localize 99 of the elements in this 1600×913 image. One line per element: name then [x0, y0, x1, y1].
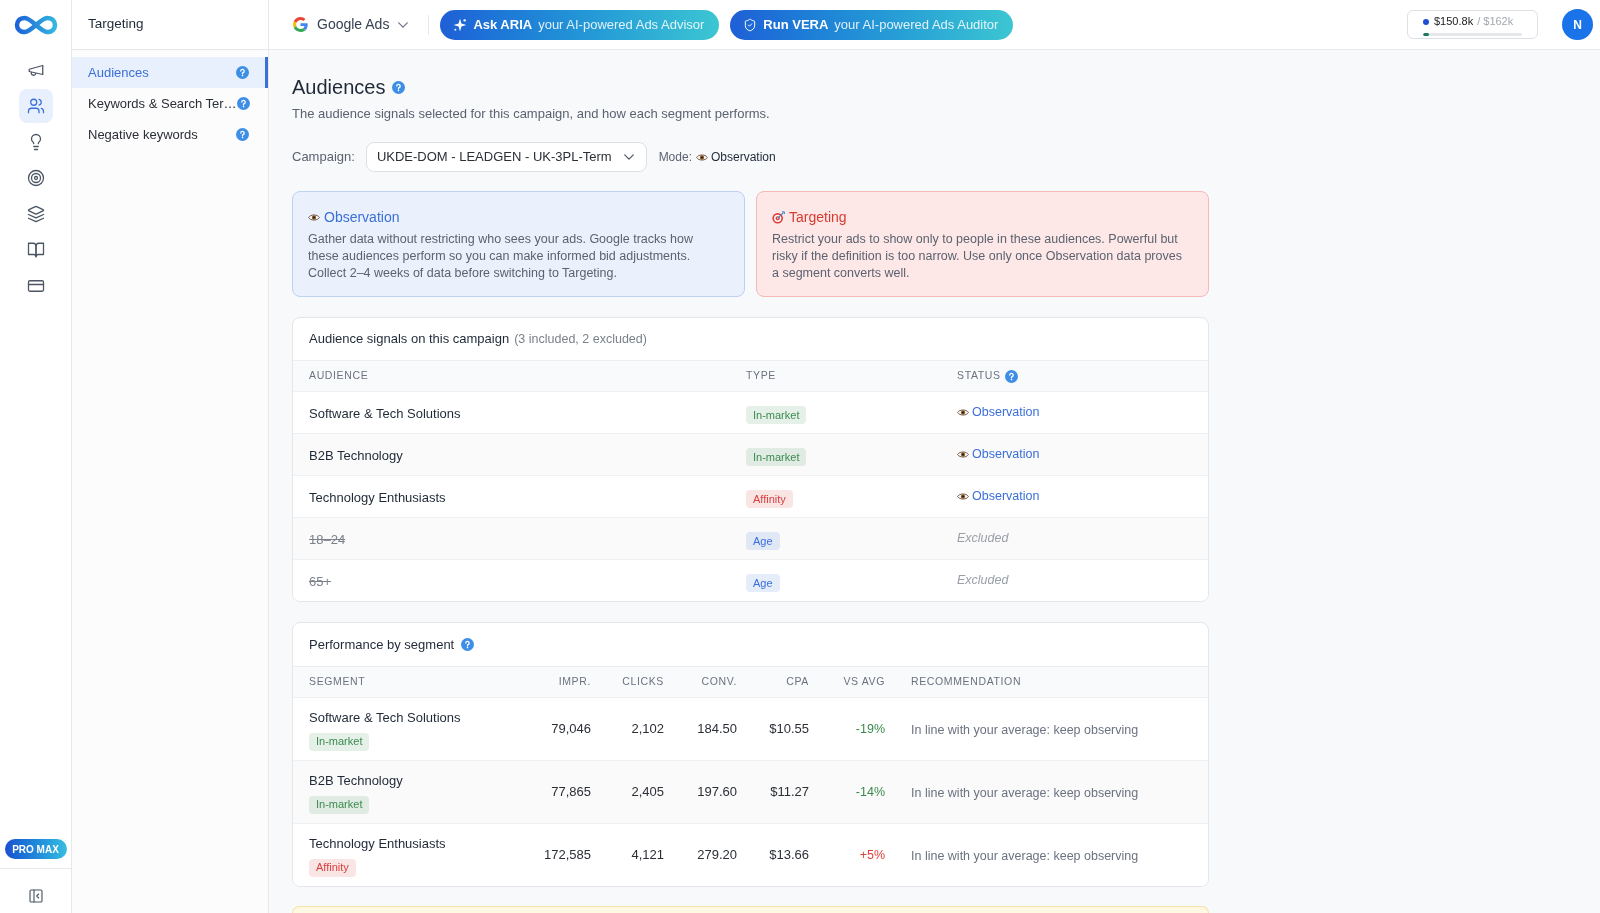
sparkles-icon: [453, 17, 468, 32]
table-cell: Technology Enthusiasts: [309, 834, 446, 853]
table-title: Performance by segment: [309, 635, 455, 654]
nav-item[interactable]: Keywords & Search Ter…: [72, 88, 268, 119]
status-text: Excluded: [957, 572, 1009, 590]
status-dot-icon: [1423, 18, 1429, 25]
column-header: RECOMMENDATION: [911, 674, 1022, 690]
chevron-down-icon: [398, 21, 409, 28]
table-cell: Software & Tech Solutions: [309, 708, 461, 727]
ai-action-button[interactable]: Ask ARIA your AI-powered Ads Advisor: [440, 9, 720, 40]
table-cell: In line with your average: keep observing: [911, 849, 1139, 863]
help-icon[interactable]: [461, 638, 475, 651]
card-text: Gather data without restricting who sees your ads. Google tracks how these audiences perform so you can make informed bid adjustments. Collect 2–4 weeks of data before switching to Targeting.: [308, 231, 694, 282]
table-cell-text: 184.50: [697, 720, 737, 739]
campaign-label: Campaign:: [292, 148, 355, 167]
eye-icon: [308, 212, 320, 222]
ai-action-button[interactable]: Run VERA your AI-powered Ads Auditor: [730, 9, 1014, 40]
table-cell: Software & Tech Solutions: [309, 405, 461, 421]
column-header: VS AVG: [843, 674, 885, 690]
table-cell-text: $13.66: [769, 846, 809, 865]
sidebar-nav-button[interactable]: [18, 89, 53, 123]
open-book-icon: [26, 241, 45, 259]
status-text: Excluded: [957, 530, 1009, 548]
chevron-down-icon: [623, 154, 634, 160]
type-tag: In-market: [309, 732, 370, 751]
table-cell-text: $11.27: [770, 783, 809, 802]
eye-icon: [957, 450, 969, 459]
shield-icon: [743, 17, 758, 32]
page-title: Audiences: [292, 75, 386, 99]
table-cell: B2B Technology: [309, 447, 403, 463]
campaign-select[interactable]: UKDE-DOM - LEADGEN - UK-3PL-Term: [365, 142, 647, 172]
status-text: Observation: [972, 488, 1040, 506]
help-icon[interactable]: [236, 97, 250, 110]
page-subtitle: The audience signals selected for this campaign, and how each segment performs.: [292, 105, 771, 123]
users-icon: [26, 97, 45, 115]
type-tag: In-market: [746, 447, 807, 466]
help-icon[interactable]: [392, 80, 406, 94]
column-header: TYPE: [746, 368, 776, 384]
column-header: IMPR.: [558, 674, 591, 690]
table-cell-text: 279.20: [697, 846, 737, 865]
table-cell-text: 79,046: [551, 720, 591, 739]
help-icon[interactable]: [1004, 369, 1018, 383]
nav-item[interactable]: Audiences: [72, 57, 268, 88]
table-cell-text: 2,102: [631, 720, 664, 739]
plan-badge: PRO MAX: [4, 839, 67, 859]
budget-spent: $150.8k: [1434, 14, 1474, 30]
type-tag: In-market: [309, 795, 370, 814]
type-tag: In-market: [746, 405, 807, 424]
table-cell-text: +5%: [859, 846, 885, 864]
table-cell: Technology Enthusiasts: [309, 489, 446, 505]
table-cell-text: 2,405: [631, 783, 664, 802]
column-header: CPA: [786, 674, 809, 690]
infinity-logo[interactable]: [13, 14, 58, 36]
table-cell: 18–24: [309, 531, 346, 547]
column-header: CONV.: [701, 674, 737, 690]
table-cell-text: -14%: [855, 783, 885, 801]
layers-icon: [26, 205, 45, 223]
table-cell: In line with your average: keep observing: [911, 723, 1139, 737]
nav-item[interactable]: Negative keywords: [72, 119, 268, 150]
table-summary: (3 included, 2 excluded): [514, 330, 647, 348]
card-text: Restrict your ads to show only to people in these audiences. Powerful but risky if the definition is too narrow. Use only once Observation data proves a segment converts well.: [772, 231, 1183, 282]
table-cell-text: -19%: [855, 720, 885, 738]
status-text: Observation: [972, 404, 1040, 422]
column-header: SEGMENT: [309, 674, 366, 690]
dartboard-icon: [772, 210, 785, 224]
type-tag: Affinity: [746, 489, 793, 508]
type-tag: Affinity: [309, 858, 356, 877]
card-title: Targeting: [789, 208, 847, 227]
help-icon[interactable]: [236, 128, 249, 141]
table-cell-text: 77,865: [551, 783, 591, 802]
table-cell: B2B Technology: [309, 771, 403, 790]
help-icon[interactable]: [236, 66, 249, 79]
mode-label: Mode:: [658, 149, 692, 166]
table-cell: 65+: [309, 573, 332, 589]
table-cell-text: 197.60: [697, 783, 737, 802]
type-tag: Age: [746, 531, 780, 550]
table-cell: In line with your average: keep observing: [911, 786, 1139, 800]
credit-card-icon: [26, 277, 45, 295]
budget-limit: / $162k: [1477, 14, 1514, 30]
section-title: Targeting: [88, 15, 144, 34]
type-tag: Age: [746, 573, 780, 592]
table-cell-text: 4,121: [631, 846, 664, 865]
mode-value: Observation: [711, 149, 776, 166]
table-cell-text: $10.55: [769, 720, 809, 739]
user-avatar[interactable]: N: [1562, 9, 1593, 40]
column-header: AUDIENCE: [309, 368, 369, 384]
target-icon: [26, 169, 45, 187]
column-header: CLICKS: [622, 674, 664, 690]
eye-icon: [957, 492, 969, 501]
eye-icon: [957, 408, 969, 417]
table-cell-text: 172,585: [544, 846, 591, 865]
table-title: Audience signals on this campaign: [309, 330, 510, 349]
sidebar-collapse-icon[interactable]: [27, 888, 44, 904]
eye-icon: [696, 152, 708, 162]
status-text: Observation: [972, 446, 1040, 464]
platform-selector[interactable]: Google Ads: [293, 14, 409, 35]
column-header: STATUS: [957, 368, 1001, 384]
google-logo-icon: [293, 17, 308, 32]
card-title: Observation: [324, 208, 400, 227]
